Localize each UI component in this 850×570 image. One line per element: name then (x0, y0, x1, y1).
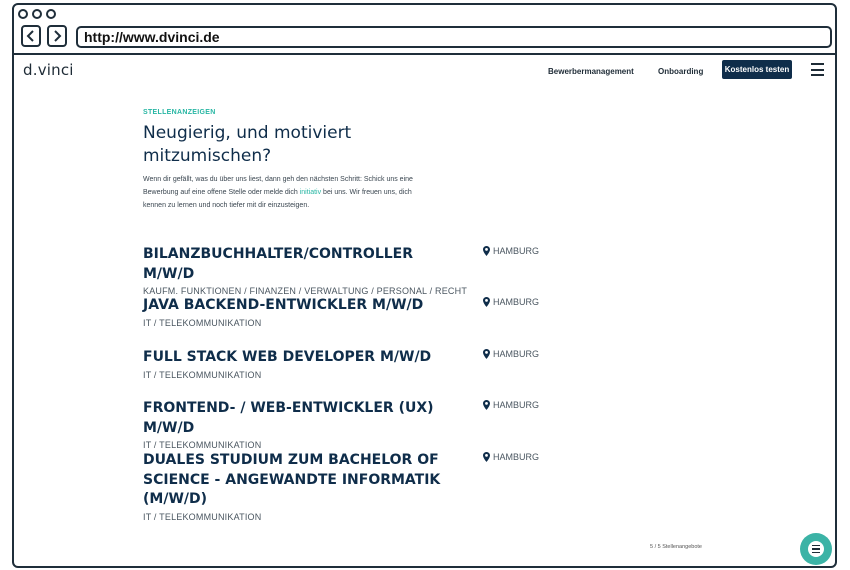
map-pin-icon (483, 400, 490, 410)
map-pin-icon (483, 246, 490, 256)
job-count: 5 / 5 Stellenangebote (650, 544, 702, 550)
chrome-divider (14, 53, 835, 55)
map-pin-icon (483, 452, 490, 462)
window-close-dot[interactable] (18, 9, 28, 19)
map-pin-icon (483, 349, 490, 359)
job-location-label: HAMBURG (493, 400, 540, 410)
chevron-right-icon (54, 30, 62, 42)
job-listing[interactable]: FULL STACK WEB DEVELOPER M/W/D IT / TELE… (143, 348, 539, 380)
chat-icon (808, 541, 824, 557)
job-category: IT / TELEKOMMUNIKATION (143, 369, 262, 380)
job-location: HAMBURG (483, 246, 539, 256)
initiativ-link[interactable]: initiativ (300, 189, 321, 196)
window-maximize-dot[interactable] (46, 9, 56, 19)
job-listing[interactable]: DUALES STUDIUM ZUM BACHELOR OF SCIENCE -… (143, 451, 539, 522)
dvinci-logo[interactable]: d.vinci (23, 61, 74, 79)
job-location-label: HAMBURG (493, 349, 540, 359)
job-title[interactable]: DUALES STUDIUM ZUM BACHELOR OF SCIENCE -… (143, 451, 463, 510)
nav-onboarding[interactable]: Onboarding (658, 67, 703, 76)
job-category: IT / TELEKOMMUNIKATION (143, 317, 262, 328)
chat-button[interactable] (800, 533, 832, 565)
address-bar[interactable]: http://www.dvinci.de (76, 26, 832, 48)
job-location-label: HAMBURG (493, 452, 540, 462)
job-title[interactable]: BILANZBUCHHALTER/CONTROLLER M/W/D (143, 245, 463, 284)
job-location: HAMBURG (483, 297, 539, 307)
job-location: HAMBURG (483, 452, 539, 462)
job-location-label: HAMBURG (493, 246, 540, 256)
section-kicker: STELLENANZEIGEN (143, 109, 216, 116)
browser-window: http://www.dvinci.de d.vinci Bewerberman… (12, 3, 837, 568)
job-category: KAUFM. FUNKTIONEN / FINANZEN / VERWALTUN… (143, 286, 468, 296)
job-category: IT / TELEKOMMUNIKATION (143, 511, 262, 522)
job-category: IT / TELEKOMMUNIKATION (143, 440, 262, 450)
job-title[interactable]: FULL STACK WEB DEVELOPER M/W/D (143, 348, 463, 368)
hamburger-menu-icon[interactable] (811, 63, 824, 76)
job-location: HAMBURG (483, 400, 539, 410)
forward-button[interactable] (47, 25, 67, 47)
free-trial-button[interactable]: Kostenlos testen (722, 60, 792, 79)
job-location-label: HAMBURG (493, 297, 540, 307)
map-pin-icon (483, 297, 490, 307)
chevron-left-icon (26, 30, 34, 42)
job-location: HAMBURG (483, 349, 539, 359)
page-title: Neugierig, und motiviert mitzumischen? (143, 123, 352, 166)
nav-bewerbermanagement[interactable]: Bewerbermanagement (548, 67, 634, 76)
job-listing[interactable]: FRONTEND- / WEB-ENTWICKLER (UX) M/W/D IT… (143, 399, 539, 450)
job-title[interactable]: FRONTEND- / WEB-ENTWICKLER (UX) M/W/D (143, 399, 463, 438)
back-button[interactable] (21, 25, 41, 47)
intro-text: Wenn dir gefällt, was du über uns liest,… (143, 173, 418, 212)
job-title[interactable]: JAVA BACKEND-ENTWICKLER M/W/D (143, 296, 463, 316)
window-controls (18, 9, 56, 19)
job-listing[interactable]: JAVA BACKEND-ENTWICKLER M/W/D IT / TELEK… (143, 296, 539, 328)
window-minimize-dot[interactable] (32, 9, 42, 19)
job-listing[interactable]: BILANZBUCHHALTER/CONTROLLER M/W/D KAUFM.… (143, 245, 539, 296)
